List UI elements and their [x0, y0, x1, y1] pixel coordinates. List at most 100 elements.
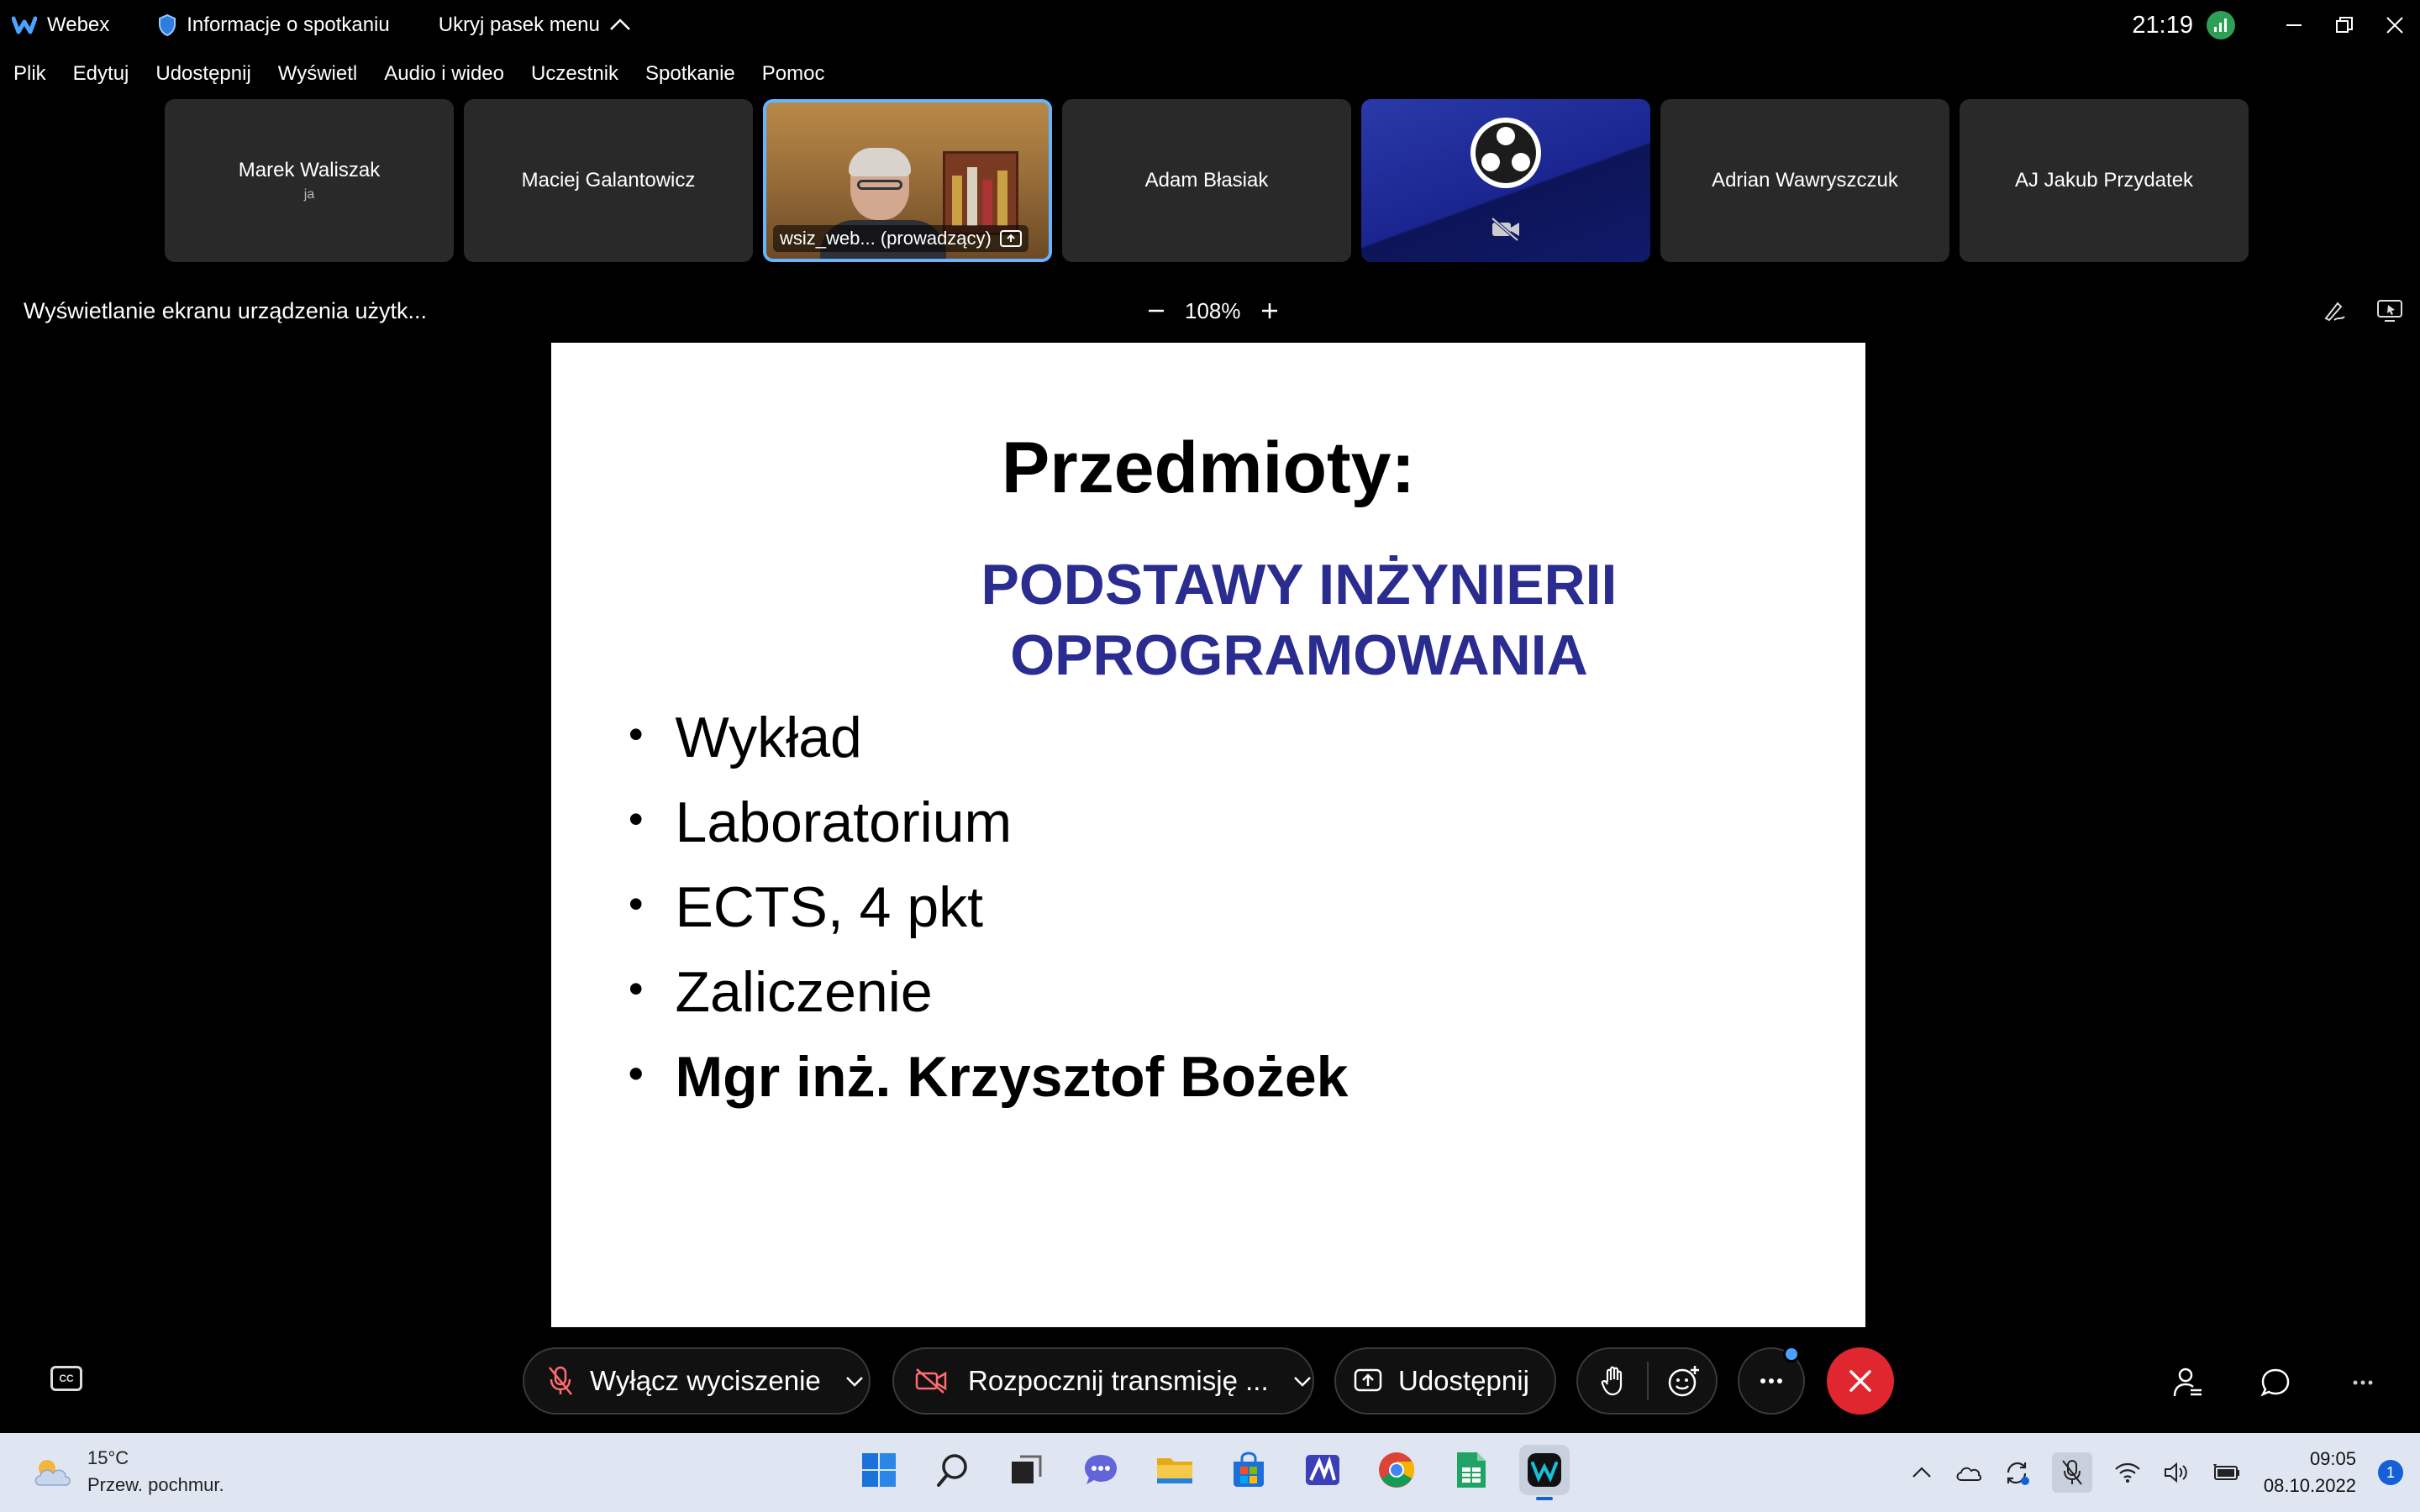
chevron-down-icon[interactable] [1292, 1374, 1313, 1388]
webex-app-icon [1528, 1453, 1561, 1487]
close-button[interactable] [2370, 0, 2420, 50]
close-icon [2386, 17, 2403, 34]
close-icon [1849, 1370, 1871, 1392]
menu-udostepnij[interactable]: Udostępnij [155, 62, 250, 86]
menu-bar: Plik Edytuj Udostępnij Wyświetl Audio i … [0, 57, 851, 91]
menu-uczestnik[interactable]: Uczestnik [531, 62, 618, 86]
participant-tile-obs[interactable] [1361, 99, 1650, 262]
restore-button[interactable] [2319, 0, 2370, 50]
teams-chat-button[interactable] [1076, 1445, 1126, 1495]
pen-app-icon [1306, 1455, 1339, 1485]
search-button[interactable] [928, 1445, 978, 1495]
participant-tile[interactable]: Marek Waliszak ja [165, 99, 454, 262]
network-status-icon[interactable] [2207, 11, 2235, 39]
spreadsheet-app-button[interactable] [1445, 1445, 1496, 1495]
menu-pomoc[interactable]: Pomoc [762, 62, 825, 86]
participant-name: Marek Waliszak [238, 159, 381, 181]
slide-bullet: ECTS, 4 pkt [629, 865, 1348, 950]
volume-icon[interactable] [2163, 1461, 2190, 1484]
reactions-group [1576, 1347, 1718, 1415]
participant-tile[interactable]: Adrian Wawryszczuk [1660, 99, 1949, 262]
slide-bullet: Zaliczenie [629, 950, 1348, 1035]
participant-name: wsiz_web... (prowadzący) [780, 228, 992, 249]
windows-taskbar: 15°C Przew. pochmur. 09:05 08.10.2022 1 [0, 1433, 2420, 1512]
share-icon [1354, 1368, 1382, 1392]
meeting-controls: CC Wyłącz wyciszenie Rozpocznij transmis… [0, 1329, 2420, 1433]
chevron-down-icon[interactable] [844, 1374, 865, 1388]
mic-muted-icon [2062, 1460, 2082, 1485]
hide-menu-button[interactable]: Ukryj pasek menu [439, 13, 642, 37]
mic-muted-icon [549, 1366, 572, 1395]
slide-subtitle-line2: OPROGRAMOWANIA [1010, 623, 1588, 687]
chrome-button[interactable] [1371, 1445, 1422, 1495]
remote-control-icon[interactable] [2376, 298, 2403, 323]
more-options-button[interactable] [1738, 1346, 1805, 1415]
video-off-icon [1491, 217, 1519, 242]
annotate-icon[interactable] [2323, 298, 2348, 323]
unmute-button[interactable]: Wyłącz wyciszenie [523, 1347, 871, 1415]
chat-app-icon [1085, 1455, 1117, 1484]
more-panels-button[interactable] [2343, 1362, 2383, 1403]
taskbar-clock[interactable]: 09:05 08.10.2022 [2264, 1446, 2356, 1499]
folder-icon [1157, 1458, 1192, 1483]
meeting-info-label: Informacje o spotkaniu [187, 13, 390, 36]
participant-tile[interactable]: AJ Jakub Przydatek [1960, 99, 2249, 262]
closed-captions-icon[interactable]: CC [50, 1366, 82, 1391]
zoom-out-button[interactable] [1139, 294, 1173, 328]
participant-tile[interactable]: Adam Błasiak [1062, 99, 1351, 262]
zoom-in-button[interactable] [1253, 294, 1286, 328]
share-title: Wyświetlanie ekranu urządzenia użytk... [24, 297, 427, 323]
editor-app-button[interactable] [1297, 1445, 1348, 1495]
start-video-button[interactable]: Rozpocznij transmisję ... [892, 1347, 1314, 1415]
participant-tile[interactable]: Maciej Galantowicz [464, 99, 753, 262]
menu-wyswietl[interactable]: Wyświetl [278, 62, 357, 86]
minimize-button[interactable] [2269, 0, 2319, 50]
restore-icon [2336, 17, 2353, 33]
meeting-info-button[interactable]: Informacje o spotkaniu [158, 13, 390, 37]
slide-title: Przedmioty: [1001, 428, 1416, 508]
participant-name: Maciej Galantowicz [521, 169, 696, 192]
weather-widget[interactable]: 15°C Przew. pochmur. [30, 1445, 224, 1499]
menu-audio-wideo[interactable]: Audio i wideo [384, 62, 504, 86]
menu-edytuj[interactable]: Edytuj [73, 62, 129, 86]
task-view-icon [1012, 1455, 1042, 1483]
chat-panel-button[interactable] [2255, 1362, 2296, 1403]
end-call-button[interactable] [1827, 1347, 1894, 1415]
share-button[interactable]: Udostępnij [1334, 1347, 1556, 1415]
menu-plik[interactable]: Plik [13, 62, 46, 86]
reactions-icon[interactable] [1667, 1364, 1701, 1398]
wifi-icon[interactable] [2114, 1462, 2141, 1483]
host-name-label: wsiz_web... (prowadzący) [773, 225, 1028, 252]
notification-badge[interactable]: 1 [2378, 1460, 2403, 1485]
system-tray: 09:05 08.10.2022 1 [1911, 1433, 2403, 1512]
menu-spotkanie[interactable]: Spotkanie [645, 62, 735, 86]
participant-tile-host-video[interactable]: wsiz_web... (prowadzący) [763, 99, 1052, 262]
task-view-button[interactable] [1002, 1445, 1052, 1495]
mic-muted-tray-button[interactable] [2051, 1452, 2092, 1493]
zoom-level: 108% [1185, 297, 1241, 323]
taskbar-date: 08.10.2022 [2263, 1475, 2356, 1496]
webex-taskbar-button[interactable] [1519, 1445, 1570, 1500]
host-glasses-graphic [857, 180, 902, 190]
store-icon [1234, 1452, 1264, 1487]
plus-icon [1261, 303, 1277, 318]
file-explorer-button[interactable] [1150, 1445, 1200, 1495]
share-label: Udostępnij [1398, 1365, 1529, 1396]
participant-name: AJ Jakub Przydatek [2014, 169, 2194, 192]
chevron-up-icon[interactable] [1911, 1466, 1933, 1479]
sync-icon[interactable] [2003, 1459, 2030, 1486]
taskbar-apps [854, 1445, 1570, 1500]
presentation-slide: Przedmioty: PODSTAWY INŻYNIERII OPROGRAM… [551, 343, 1865, 1327]
ms-store-button[interactable] [1223, 1445, 1274, 1495]
notification-dot [1783, 1346, 1800, 1362]
slide-bullet: Laboratorium [629, 780, 1348, 865]
battery-icon[interactable] [2212, 1462, 2242, 1483]
start-button[interactable] [854, 1445, 904, 1495]
webex-app-label[interactable]: Webex [12, 13, 109, 37]
zoom-control: 108% [1139, 294, 1286, 328]
participant-name: Adam Błasiak [1144, 169, 1269, 192]
participants-panel-button[interactable] [2168, 1362, 2208, 1403]
onedrive-icon[interactable] [1954, 1463, 1981, 1482]
weather-description: Przew. pochmur. [87, 1474, 224, 1495]
raise-hand-icon[interactable] [1600, 1365, 1628, 1397]
